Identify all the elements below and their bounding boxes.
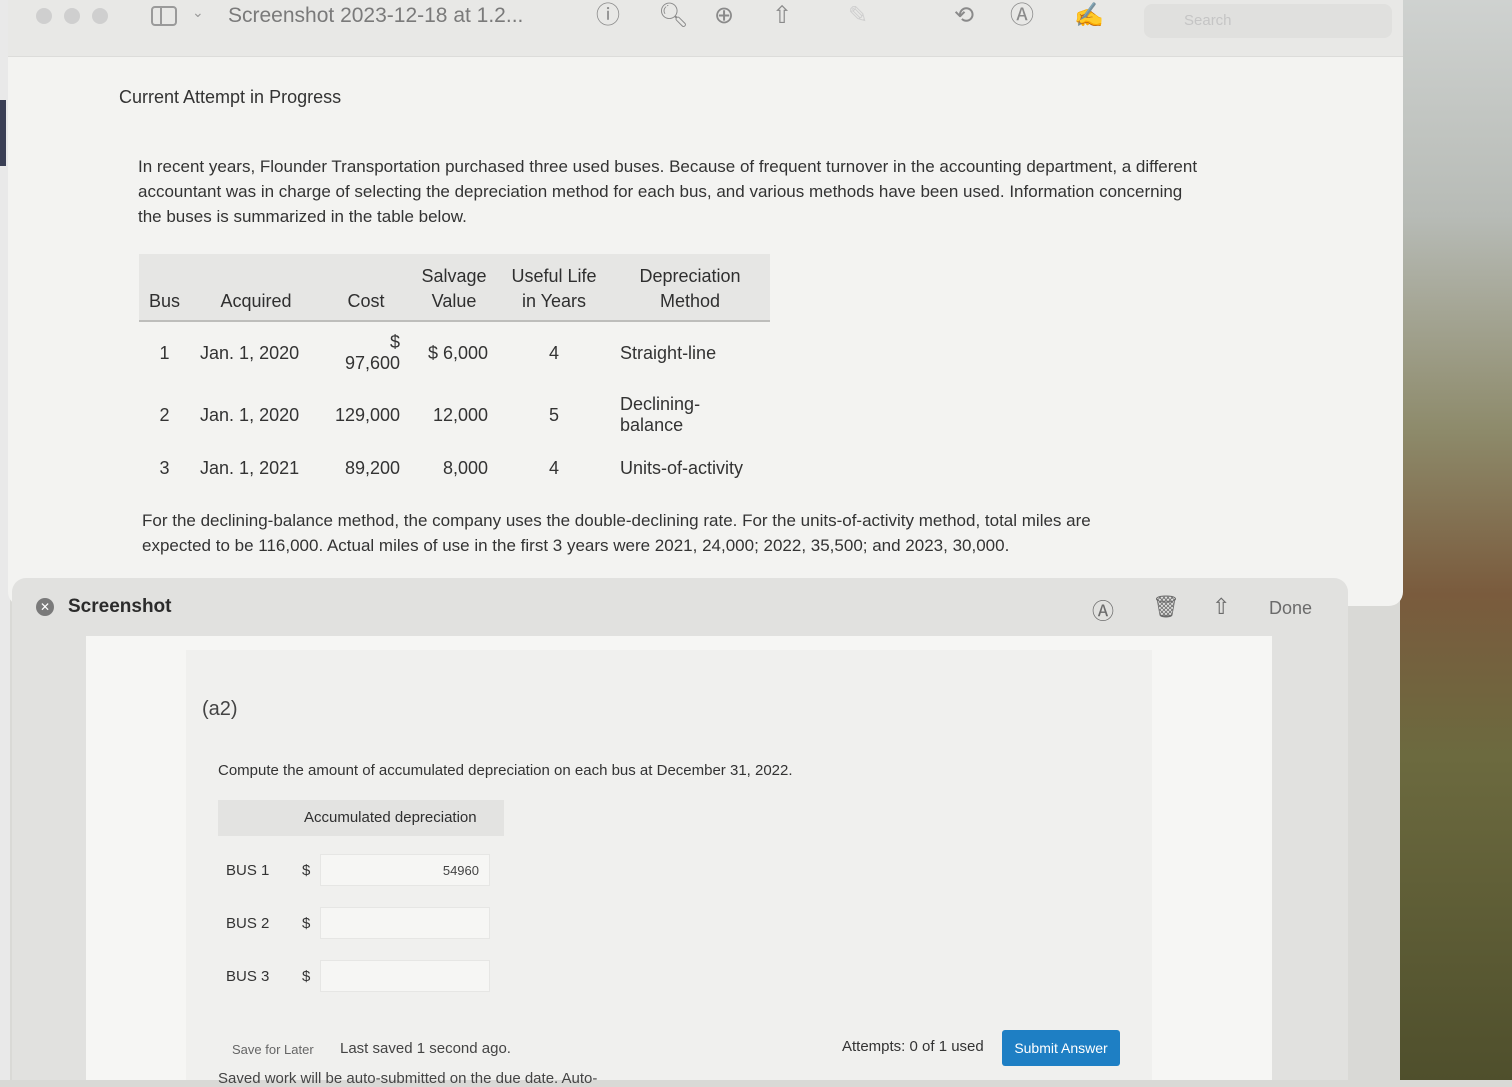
cell-cost: 129,000	[334, 404, 401, 425]
screenshot-sheet: (a2) Compute the amount of accumulated d…	[86, 636, 1272, 1087]
minimize-window-button[interactable]	[64, 8, 80, 24]
screenshot-panel: ✕ Screenshot Ⓐ 🗑︎ ⇧ Done (a2) Compute th…	[12, 578, 1348, 1087]
cell-useful-life: 4	[549, 342, 560, 363]
header-salvage-value: Salvage Value	[410, 254, 499, 322]
auto-submit-note: Saved work will be auto-submitted on the…	[218, 1070, 598, 1087]
share-icon[interactable]: ⇧	[772, 3, 792, 29]
cell-salvage: 12,000	[432, 404, 489, 425]
bus1-accumulated-depreciation-input[interactable]	[320, 854, 490, 886]
zoom-window-button[interactable]	[92, 8, 108, 24]
close-window-button[interactable]	[36, 8, 52, 24]
search-placeholder: Search	[1184, 12, 1232, 29]
attempts-counter: Attempts: 0 of 1 used	[842, 1038, 984, 1055]
header-cost: Cost	[322, 254, 411, 322]
question-prompt: Compute the amount of accumulated deprec…	[218, 762, 793, 779]
cell-method: Straight-line	[620, 342, 717, 363]
header-useful-life: Useful Life in Years	[498, 254, 611, 322]
cell-acquired: Jan. 1, 2020	[200, 404, 300, 425]
part-label: (a2)	[202, 698, 238, 720]
trash-icon[interactable]: 🗑︎	[1152, 594, 1180, 620]
preview-window: ⌄ Screenshot 2023-12-18 at 1.2... ⓘ 🔍︎ ⊕…	[8, 0, 1403, 606]
currency-symbol: $	[302, 968, 311, 985]
problem-intro: In recent years, Flounder Transportation…	[138, 157, 1198, 226]
markup-icon[interactable]: Ⓐ	[1010, 3, 1034, 29]
share-icon[interactable]: ⇧	[1212, 594, 1230, 620]
rotate-icon[interactable]: ⟲	[954, 3, 974, 29]
panel-title: Screenshot	[68, 596, 172, 617]
cell-acquired: Jan. 1, 2020	[200, 342, 300, 363]
zoom-out-icon[interactable]: 🔍︎	[658, 3, 688, 29]
method-note: For the declining-balance method, the co…	[142, 511, 1091, 555]
header-acquired: Acquired	[190, 254, 323, 322]
save-for-later-link[interactable]: Save for Later	[232, 1042, 314, 1057]
cell-cost: $ 97,600	[344, 332, 401, 373]
table-row: 3 Jan. 1, 2021 89,200 8,000 4 Units-of-a…	[139, 446, 770, 490]
cell-useful-life: 4	[549, 457, 560, 478]
cell-bus: 1	[159, 342, 170, 363]
submit-answer-button[interactable]: Submit Answer	[1002, 1030, 1120, 1066]
cell-method: Units-of-activity	[620, 457, 744, 478]
markup-icon[interactable]: Ⓐ	[1092, 594, 1114, 626]
header-bus: Bus	[139, 254, 191, 322]
form-fill-icon[interactable]: ✍	[1074, 3, 1104, 29]
desktop-wallpaper	[1400, 0, 1512, 1080]
info-icon[interactable]: ⓘ	[596, 3, 620, 29]
highlight-icon[interactable]: ✎	[848, 3, 868, 29]
zoom-in-icon[interactable]: ⊕	[714, 3, 734, 29]
panel-header: ✕ Screenshot Ⓐ 🗑︎ ⇧ Done	[12, 578, 1348, 634]
done-button[interactable]: Done	[1269, 598, 1312, 619]
currency-symbol: $	[302, 862, 311, 879]
column-header-label: Accumulated depreciation	[304, 809, 477, 826]
bus-row-label: BUS 2	[226, 915, 270, 932]
cell-cost: 89,200	[344, 457, 401, 478]
question-content: Current Attempt in Progress In recent ye…	[8, 56, 1403, 606]
table-header-row: Bus Acquired Cost Salvage Value Useful L…	[139, 254, 771, 322]
close-icon[interactable]: ✕	[36, 598, 54, 616]
cell-bus: 3	[159, 457, 170, 478]
cell-bus: 2	[159, 404, 170, 425]
accumulated-depreciation-header: Accumulated depreciation	[218, 800, 504, 836]
cell-acquired: Jan. 1, 2021	[200, 457, 300, 478]
header-depreciation-method: Depreciation Method	[610, 254, 771, 322]
answer-area: (a2) Compute the amount of accumulated d…	[186, 650, 1152, 1087]
table-row: 2 Jan. 1, 2020 129,000 12,000 5 Declinin…	[139, 384, 770, 446]
cell-method: Declining-balance	[620, 394, 701, 435]
currency-symbol: $	[302, 915, 311, 932]
attempt-title: Current Attempt in Progress	[119, 87, 342, 107]
table-row: 1 Jan. 1, 2020 $ 97,600 $ 6,000 4 Straig…	[139, 321, 770, 384]
last-saved-status: Last saved 1 second ago.	[340, 1040, 511, 1057]
bus3-accumulated-depreciation-input[interactable]	[320, 960, 490, 992]
cell-salvage: $ 6,000	[427, 342, 489, 363]
titlebar: ⌄ Screenshot 2023-12-18 at 1.2... ⓘ 🔍︎ ⊕…	[8, 0, 1403, 57]
bus-info-table: Bus Acquired Cost Salvage Value Useful L…	[139, 254, 771, 490]
bus-row-label: BUS 3	[226, 968, 270, 985]
bus2-accumulated-depreciation-input[interactable]	[320, 907, 490, 939]
cell-salvage: 8,000	[442, 457, 489, 478]
cell-useful-life: 5	[549, 404, 560, 425]
window-title: Screenshot 2023-12-18 at 1.2...	[228, 4, 524, 27]
search-input[interactable]: Search	[1144, 4, 1392, 38]
sidebar-toggle-icon[interactable]	[151, 6, 177, 26]
chevron-down-icon[interactable]: ⌄	[192, 4, 204, 21]
bus-row-label: BUS 1	[226, 862, 270, 879]
background-window-bar	[0, 100, 6, 166]
